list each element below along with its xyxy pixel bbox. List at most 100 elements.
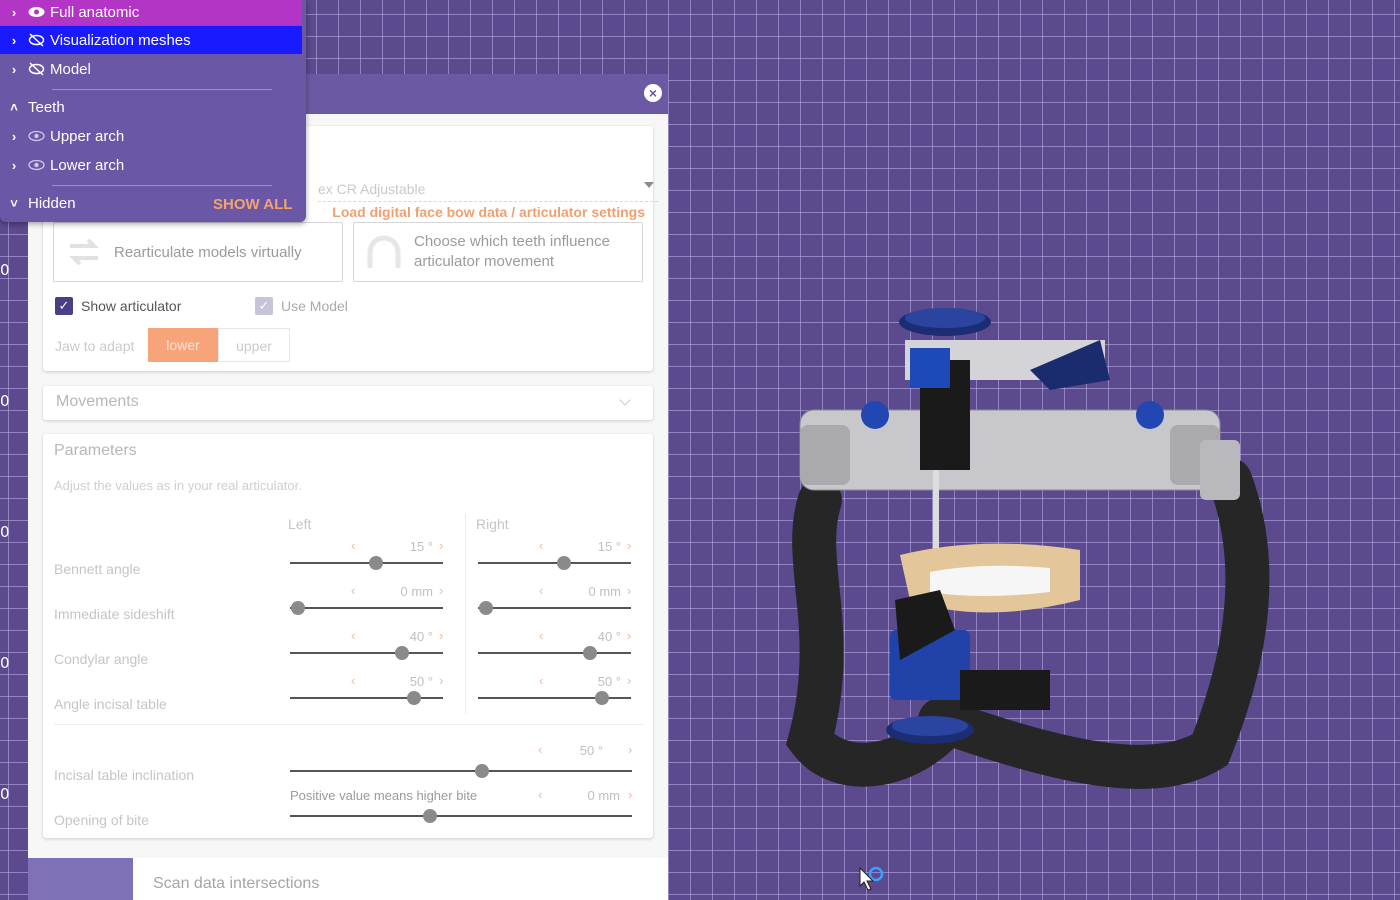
right-parameter-value[interactable]: 50 ° [549, 674, 621, 689]
eye-off-icon[interactable] [28, 33, 50, 47]
menu-item-model[interactable]: › Model [0, 55, 302, 83]
increment-arrow-icon[interactable]: › [627, 538, 631, 553]
show-articulator-label: Show articulator [81, 298, 182, 314]
decrement-arrow-icon[interactable]: ‹ [538, 742, 542, 757]
parameter-label: Immediate sideshift [54, 606, 175, 622]
show-all-button[interactable]: SHOW ALL [213, 196, 292, 213]
menu-item-label: Upper arch [50, 127, 125, 145]
right-parameter-slider[interactable] [478, 691, 631, 705]
show-articulator-checkbox[interactable]: ✓ [55, 297, 73, 315]
right-parameter-slider[interactable] [478, 601, 631, 615]
jaw-lower-toggle[interactable]: lower [148, 328, 218, 362]
parameters-title: Parameters [54, 442, 137, 459]
section-divider [54, 724, 644, 725]
eye-icon[interactable] [28, 130, 50, 142]
eye-off-icon[interactable] [28, 62, 50, 76]
tab-active-icon-tab[interactable] [28, 858, 133, 900]
slider-thumb[interactable] [474, 764, 489, 778]
opening-of-bite-slider[interactable] [290, 809, 632, 823]
incisal-inclination-value[interactable]: 50 ° [548, 743, 603, 758]
decrement-arrow-icon[interactable]: ‹ [538, 787, 542, 802]
decrement-arrow-icon[interactable]: ‹ [539, 673, 543, 688]
menu-group-teeth[interactable]: ˄ Teeth [0, 93, 302, 121]
decrement-arrow-icon[interactable]: ‹ [539, 583, 543, 598]
left-parameter-slider[interactable] [290, 691, 443, 705]
parameters-hint: Adjust the values as in your real articu… [54, 478, 302, 493]
decrement-arrow-icon[interactable]: ‹ [539, 538, 543, 553]
opening-of-bite-label: Opening of bite [54, 812, 149, 828]
right-parameter-value[interactable]: 0 mm [549, 584, 622, 599]
menu-item-lower-arch[interactable]: › Lower arch [0, 151, 302, 179]
chevron-right-icon: › [11, 4, 17, 20]
increment-arrow-icon[interactable]: › [439, 538, 443, 553]
chevron-right-icon: › [11, 157, 17, 173]
right-parameter-slider[interactable] [478, 646, 631, 660]
ruler-label: 0 [0, 261, 10, 279]
menu-item-visualization-meshes[interactable]: › Visualization meshes [0, 26, 302, 54]
ruler-label: 0 [0, 523, 10, 541]
slider-thumb[interactable] [423, 809, 438, 823]
parameter-label: Condylar angle [54, 651, 149, 667]
decrement-arrow-icon[interactable]: ‹ [539, 628, 543, 643]
decrement-arrow-icon[interactable]: ‹ [351, 583, 355, 598]
load-face-bow-link[interactable]: Load digital face bow data / articulator… [332, 204, 645, 220]
decrement-arrow-icon[interactable]: ‹ [351, 538, 355, 553]
slider-thumb[interactable] [582, 646, 597, 660]
left-parameter-slider[interactable] [290, 556, 443, 570]
incisal-inclination-slider[interactable] [290, 764, 632, 778]
jaw-upper-toggle[interactable]: upper [218, 328, 290, 362]
increment-arrow-icon[interactable]: › [627, 673, 631, 688]
increment-arrow-icon[interactable]: › [628, 787, 632, 802]
swap-arrows-icon [54, 234, 114, 270]
articulator-select[interactable]: ex CR Adjustable [318, 176, 658, 202]
articulator-settings-panel: ex CR Adjustable Load digital face bow d… [28, 114, 668, 900]
ruler-label: 0 [0, 785, 10, 803]
increment-arrow-icon[interactable]: › [439, 583, 443, 598]
use-model-checkbox[interactable]: ✓ [255, 297, 273, 315]
left-parameter-slider[interactable] [290, 646, 443, 660]
visibility-menu: › Full anatomic › Visualization meshes ›… [0, 0, 306, 222]
choose-teeth-button[interactable]: Choose which teeth influence articulator… [353, 222, 643, 282]
slider-thumb[interactable] [406, 691, 421, 705]
chevron-right-icon: › [11, 32, 17, 48]
slider-thumb[interactable] [394, 646, 409, 660]
decrement-arrow-icon[interactable]: ‹ [351, 628, 355, 643]
decrement-arrow-icon[interactable]: ‹ [351, 673, 355, 688]
ruler-label: 0 [0, 654, 10, 672]
right-parameter-value[interactable]: 15 ° [549, 539, 621, 554]
slider-thumb[interactable] [556, 556, 571, 570]
tab-scan-data-intersections[interactable]: Scan data intersections [153, 875, 319, 893]
right-parameter-slider[interactable] [478, 556, 631, 570]
movements-card[interactable]: Movements [43, 386, 653, 420]
left-parameter-value[interactable]: 15 ° [361, 539, 433, 554]
ruler-label: 0 [0, 392, 10, 410]
left-parameter-value[interactable]: 40 ° [361, 629, 433, 644]
eye-icon[interactable] [28, 159, 50, 171]
opening-of-bite-value[interactable]: 0 mm [548, 788, 621, 803]
increment-arrow-icon[interactable]: › [628, 742, 632, 757]
slider-thumb[interactable] [290, 601, 305, 615]
left-parameter-slider[interactable] [290, 601, 443, 615]
increment-arrow-icon[interactable]: › [627, 583, 631, 598]
tooth-arch-icon [354, 234, 414, 270]
articulator-3d-model[interactable] [780, 300, 1280, 790]
menu-item-upper-arch[interactable]: › Upper arch [0, 122, 302, 150]
slider-thumb[interactable] [478, 601, 493, 615]
slider-thumb[interactable] [594, 691, 609, 705]
left-parameter-value[interactable]: 0 mm [361, 584, 434, 599]
increment-arrow-icon[interactable]: › [627, 628, 631, 643]
eye-icon[interactable] [28, 6, 50, 18]
parameters-card: Parameters Adjust the values as in your … [43, 434, 653, 838]
increment-arrow-icon[interactable]: › [439, 673, 443, 688]
rearticulate-label: Rearticulate models virtually [114, 243, 302, 261]
chevron-down-icon: ˅ [10, 195, 18, 211]
right-parameter-value[interactable]: 40 ° [549, 629, 621, 644]
articulator-select-value: ex CR Adjustable [318, 181, 426, 197]
left-parameter-value[interactable]: 50 ° [361, 674, 433, 689]
chevron-up-icon: ˄ [10, 99, 18, 115]
slider-thumb[interactable] [368, 556, 383, 570]
close-icon[interactable]: × [644, 84, 662, 102]
rearticulate-button[interactable]: Rearticulate models virtually [53, 222, 343, 282]
increment-arrow-icon[interactable]: › [439, 628, 443, 643]
menu-item-full-anatomic[interactable]: › Full anatomic [0, 0, 302, 26]
